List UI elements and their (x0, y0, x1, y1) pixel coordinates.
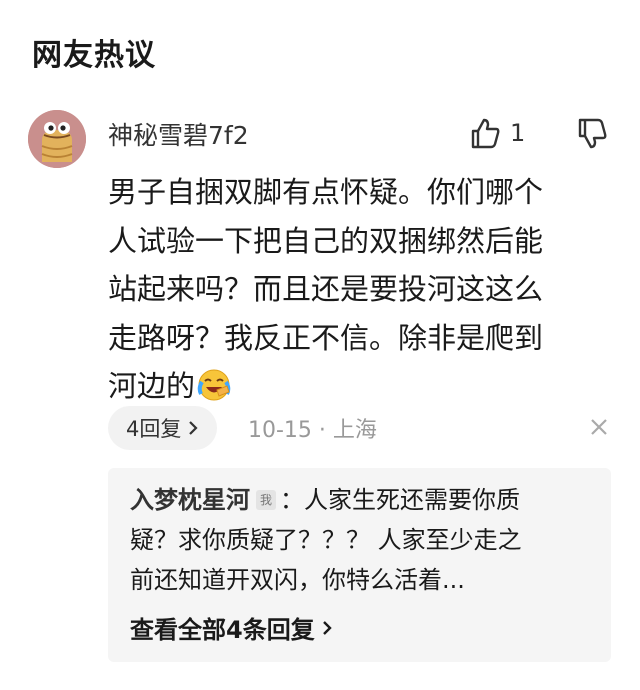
sub-reply-colon: ： (280, 486, 305, 514)
username[interactable]: 神秘雪碧7f2 (108, 116, 249, 152)
sub-reply-line: 前还知道开双闪，你特么活着... (130, 566, 465, 594)
chevron-right-icon (322, 620, 332, 635)
like-count: 1 (510, 119, 526, 147)
comment-line: 走路呀？我反正不信。除非是爬到 (108, 320, 544, 355)
close-icon (591, 419, 607, 435)
comment-location: 上海 (332, 418, 377, 443)
sub-reply-text: 入梦枕星河我：人家生死还需要你质 疑？求你质疑了？？？ 人家至少走之 前还知道开… (130, 480, 600, 600)
sub-reply-line: 疑？求你质疑了？？？ 人家至少走之 (130, 526, 522, 554)
comment-line: 人试验一下把自己的双捆绑然后能 (108, 223, 544, 258)
view-all-label: 查看全部4条回复 (130, 616, 315, 644)
sub-reply-author[interactable]: 入梦枕星河 (130, 486, 250, 514)
avatar-image (28, 110, 86, 168)
close-button[interactable] (586, 414, 612, 440)
sub-reply-text-1: 人家生死还需要你质 (304, 486, 521, 514)
comment-line: 男子自捆双脚有点怀疑。你们哪个 (108, 175, 544, 209)
me-badge: 我 (256, 490, 277, 510)
like-button[interactable]: 1 (470, 116, 525, 150)
comment-date: 10-15 (248, 418, 312, 443)
reply-preview-panel: 入梦枕星河我：人家生死还需要你质 疑？求你质疑了？？？ 人家至少走之 前还知道开… (108, 468, 611, 662)
avatar[interactable] (28, 110, 86, 168)
replies-button[interactable]: 4回复 (108, 406, 218, 450)
section-title: 网友热议 (32, 38, 156, 73)
comment-line: 站起来吗？而且还是要投河这这么 (108, 272, 544, 306)
comment-meta: 10-15 · 上海 (248, 412, 377, 444)
replies-count-label: 4回复 (126, 417, 182, 441)
thumbs-up-icon (471, 118, 500, 149)
comment-line: 河边的 (108, 369, 196, 403)
meta-separator: · (311, 418, 333, 443)
thumbs-down-icon (578, 118, 607, 149)
sub-reply-line: 入梦枕星河我：人家生死还需要你质 (130, 480, 600, 520)
dislike-button[interactable] (574, 116, 610, 152)
view-all-replies-link[interactable]: 查看全部4条回复 (130, 610, 333, 645)
comment-text: 男子自捆双脚有点怀疑。你们哪个 人试验一下把自己的双捆绑然后能 站起来吗？而且还… (108, 168, 608, 417)
chevron-right-icon (189, 421, 198, 435)
